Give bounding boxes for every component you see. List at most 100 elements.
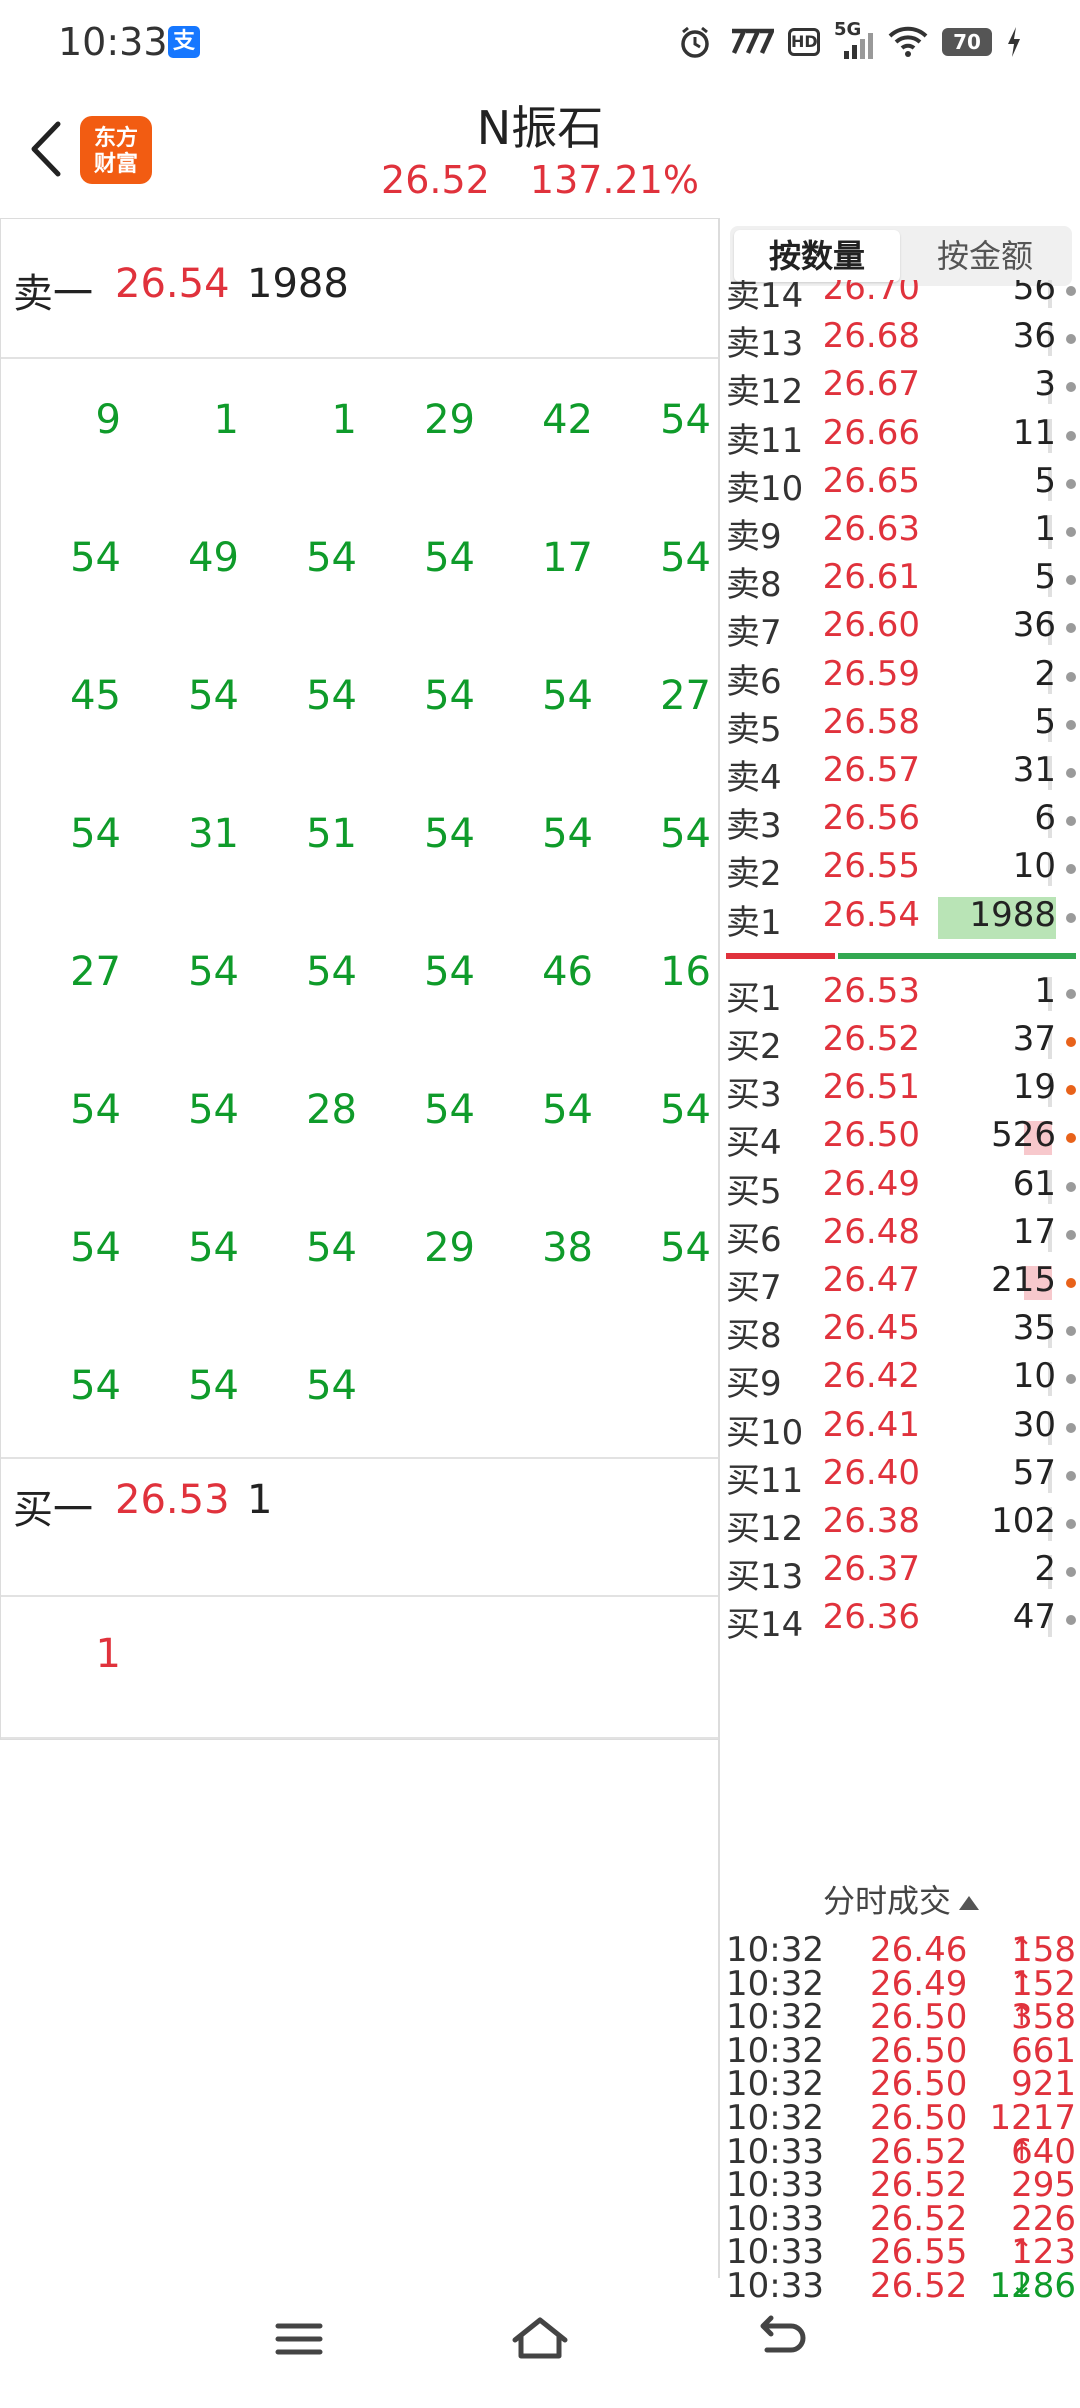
order-book-panel: 按数量 按金额 卖14 26.70 56 卖13 26.68 36 卖12 26.67 3 卖11… — [718, 218, 1080, 2306]
level-price: 26.57 — [822, 750, 920, 790]
queue-order: 54 — [188, 1363, 239, 1409]
signal-icon: 5G — [834, 19, 874, 59]
ask-level-row[interactable]: 卖9 26.63 1 — [720, 509, 1080, 557]
level-label: 卖7 — [726, 613, 782, 654]
bid-level-row[interactable]: 买3 26.51 19 — [720, 1067, 1080, 1115]
ask-level-row[interactable]: 卖11 26.66 11 — [720, 413, 1080, 461]
queue-order: 28 — [306, 1087, 357, 1133]
status-dot — [1066, 1133, 1076, 1144]
level-label: 买11 — [726, 1460, 804, 1501]
bid-level-row[interactable]: 买11 26.40 57 — [720, 1453, 1080, 1501]
level-volume: 31 — [1012, 750, 1056, 790]
bid-level-row[interactable]: 买6 26.48 17 — [720, 1212, 1080, 1260]
bid1-price: 26.53 — [115, 1477, 230, 1523]
level-label: 卖11 — [726, 420, 804, 461]
bid-level-row[interactable]: 买14 26.36 47 — [720, 1597, 1080, 1645]
status-dot — [1066, 1422, 1076, 1433]
level-price: 26.60 — [822, 605, 920, 646]
divider — [1, 1737, 719, 1739]
queue-order: 45 — [70, 673, 121, 719]
divider — [1, 1595, 719, 1597]
level-volume: 11 — [1012, 412, 1056, 453]
level-price: 26.52 — [822, 1019, 920, 1059]
queue-order: 54 — [188, 1225, 239, 1271]
level-label: 买12 — [726, 1509, 804, 1549]
level-volume: 3 — [1034, 364, 1056, 405]
toggle-by-volume[interactable]: 按数量 — [734, 230, 900, 282]
level-volume: 1988 — [969, 894, 1056, 935]
level-volume: 36 — [1012, 316, 1056, 357]
queue-order: 29 — [424, 1225, 475, 1271]
ask-level-row[interactable]: 卖10 26.65 5 — [720, 461, 1080, 509]
level-price: 26.41 — [822, 1404, 920, 1445]
time-sales-title[interactable]: 分时成交 — [720, 1876, 1080, 1922]
queue-order: 49 — [188, 535, 239, 581]
status-dot — [1066, 768, 1076, 778]
level-label: 卖8 — [726, 565, 782, 606]
status-dot — [1066, 1278, 1076, 1288]
ask-level-row[interactable]: 卖7 26.60 36 — [720, 605, 1080, 653]
menu-icon[interactable] — [264, 2304, 334, 2374]
change-percent: 137.21% — [529, 158, 699, 202]
level-label: 买14 — [726, 1605, 804, 1646]
bid-level-row[interactable]: 买10 26.41 30 — [720, 1405, 1080, 1453]
order-book[interactable]: 卖14 26.70 56 卖13 26.68 36 卖12 26.67 3 卖11 26.66 11 卖… — [720, 280, 1080, 1872]
back-icon[interactable] — [745, 2304, 815, 2374]
bid-level-row[interactable]: 买13 26.37 2 — [720, 1549, 1080, 1597]
ask-level-row[interactable]: 卖8 26.61 5 — [720, 557, 1080, 605]
queue-order: 54 — [188, 949, 239, 995]
level-price: 26.65 — [822, 460, 920, 501]
level-label: 买9 — [726, 1364, 782, 1405]
status-dot — [1066, 1567, 1076, 1578]
status-dot — [1066, 816, 1076, 827]
level-price: 26.42 — [822, 1356, 920, 1397]
ask-level-row[interactable]: 卖4 26.57 31 — [720, 750, 1080, 798]
stock-name: N振石 — [476, 101, 604, 155]
status-dot — [1066, 864, 1076, 875]
level-volume: 36 — [1012, 605, 1056, 646]
toggle-by-amount[interactable]: 按金额 — [902, 226, 1068, 286]
level-volume: 17 — [1012, 1211, 1056, 1252]
ask-level-row[interactable]: 卖1 26.54 1988 — [720, 895, 1080, 943]
hd-icon: HD — [788, 28, 820, 56]
status-dot — [1066, 623, 1076, 634]
ask-level-row[interactable]: 卖3 26.56 6 — [720, 798, 1080, 846]
bid1-volume: 1 — [247, 1477, 273, 1523]
level-label: 买1 — [726, 978, 782, 1019]
queue-order: 54 — [542, 673, 593, 719]
home-icon[interactable] — [505, 2304, 575, 2374]
bid-level-row[interactable]: 买8 26.45 35 — [720, 1308, 1080, 1356]
bid-level-row[interactable]: 买5 26.49 61 — [720, 1164, 1080, 1212]
ask-level-row[interactable]: 卖5 26.58 5 — [720, 702, 1080, 750]
ask-level-row[interactable]: 卖12 26.67 3 — [720, 364, 1080, 412]
bid-level-row[interactable]: 买9 26.42 10 — [720, 1356, 1080, 1404]
bid-level-row[interactable]: 买4 26.50 526 — [720, 1115, 1080, 1163]
ask-level-row[interactable]: 卖13 26.68 36 — [720, 316, 1080, 364]
bid-level-row[interactable]: 买7 26.47 215 — [720, 1260, 1080, 1308]
level-label: 买6 — [726, 1219, 782, 1260]
status-dot — [1066, 1374, 1076, 1385]
status-time: 10:33 — [58, 20, 168, 64]
status-dot — [1066, 527, 1076, 537]
order-queue-panel: 卖一 26.54 1988 9 1 1 29 42 54 54 49 54 54 17 54 45 54 5… — [0, 218, 719, 1740]
level-price: 26.55 — [822, 846, 920, 887]
level-volume: 5 — [1034, 701, 1056, 742]
status-dot — [1066, 1085, 1076, 1096]
queue-order: 54 — [424, 811, 475, 857]
queue-order: 29 — [424, 397, 475, 443]
level-price: 26.66 — [822, 412, 920, 453]
ask-level-row[interactable]: 卖6 26.59 2 — [720, 654, 1080, 702]
status-dot — [1066, 1470, 1076, 1481]
queue-order: 27 — [70, 949, 121, 995]
status-bar: 10:33 支 HD 5G 70 — [0, 0, 1080, 84]
status-dot — [1066, 1519, 1076, 1529]
level-label: 卖1 — [726, 902, 782, 943]
queue-order: 16 — [660, 949, 711, 995]
bid-level-row[interactable]: 买12 26.38 102 — [720, 1501, 1080, 1549]
level-label: 买7 — [726, 1268, 782, 1308]
bid-level-row[interactable]: 买2 26.52 37 — [720, 1019, 1080, 1067]
bid-level-row[interactable]: 买1 26.53 1 — [720, 971, 1080, 1019]
ask-level-row[interactable]: 卖2 26.55 10 — [720, 846, 1080, 894]
ask-level-row[interactable]: 卖14 26.70 56 — [720, 280, 1080, 316]
queue-order: 54 — [306, 1225, 357, 1271]
